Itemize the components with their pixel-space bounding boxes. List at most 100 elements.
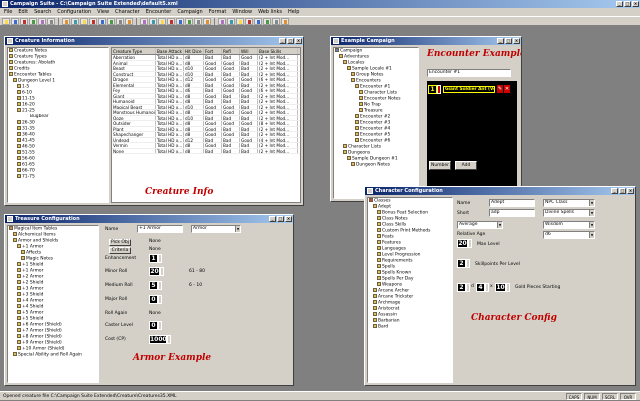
column-header[interactable]: Hit Dice (184, 48, 204, 54)
creature-type-grid[interactable]: Creature Type Base Attack Hit Dice Fort Refl… (111, 47, 301, 203)
menu-item[interactable]: Web links (258, 8, 282, 16)
criteria-button[interactable]: Criteria (109, 247, 131, 254)
treasure-tree[interactable]: Magical Item Tables Alchemical Items Armor… (7, 225, 99, 383)
close-button[interactable]: × (295, 38, 302, 44)
skillpoints-box[interactable]: 2 (457, 259, 466, 268)
toolbar-tool-icon[interactable] (272, 18, 280, 25)
menu-item[interactable]: Help (288, 8, 299, 16)
encounter-creature-list[interactable]: 1 Giant Soldier Ant (Vermin) ✎ ✕ (427, 81, 517, 189)
toolbar-tool-icon[interactable] (185, 18, 193, 25)
min-button[interactable]: _ (269, 216, 276, 222)
gold-count-box[interactable]: 2 (457, 283, 466, 292)
npc-class-select[interactable]: NPC Class ▼ (543, 199, 595, 207)
class-short-field[interactable]: adp (489, 209, 535, 217)
spells-select[interactable]: Divine Spells ▼ (543, 209, 595, 217)
skillpoints-spinner[interactable] (466, 259, 470, 268)
menu-item[interactable]: Campaign (177, 8, 202, 16)
caster-level-spinner[interactable] (158, 321, 162, 330)
close-button[interactable]: × (513, 38, 520, 44)
toolbar-tool-icon[interactable] (149, 18, 157, 25)
gold-multiplier-box[interactable]: 10 (495, 283, 506, 292)
toolbar-tool-icon[interactable] (11, 18, 19, 25)
add-button[interactable]: Add (455, 161, 477, 170)
treasure-type-select[interactable]: Armor ▼ (191, 225, 241, 233)
maximize-button[interactable]: □ (624, 1, 631, 7)
delete-icon[interactable]: ✕ (504, 85, 510, 93)
toolbar-tool-icon[interactable] (140, 18, 148, 25)
count-spinner[interactable] (437, 85, 441, 94)
number-button[interactable]: Number (429, 161, 451, 170)
close-button[interactable]: × (285, 216, 292, 222)
stat-select[interactable]: Wisdom ▼ (543, 221, 595, 229)
min-button[interactable]: _ (497, 38, 504, 44)
max-button[interactable]: □ (277, 216, 284, 222)
toolbar-tool-icon[interactable] (116, 18, 124, 25)
toolbar-tool-icon[interactable] (125, 18, 133, 25)
tree-item[interactable]: 71-75 (8, 174, 108, 180)
caster-level-box[interactable]: 0 (149, 321, 158, 330)
gold-multiplier-spinner[interactable] (506, 283, 510, 292)
toolbar-tool-icon[interactable] (203, 18, 211, 25)
menu-item[interactable]: Format (209, 8, 227, 16)
max-button[interactable]: □ (505, 38, 512, 44)
toolbar-tool-icon[interactable] (227, 18, 235, 25)
encounter-name-field[interactable]: Encounter #1 (427, 69, 511, 77)
campaign-tree[interactable]: Campaign Adventures Locales Sample Locale #… (333, 47, 419, 199)
major-roll-spinner[interactable] (158, 295, 162, 304)
toolbar-tool-icon[interactable] (29, 18, 37, 25)
column-header[interactable]: Base Skills (258, 48, 298, 54)
minor-roll-box[interactable]: 20 (149, 267, 160, 276)
gold-count-spinner[interactable] (466, 283, 470, 292)
max-level-box[interactable]: 20 (457, 239, 468, 248)
column-header[interactable]: Creature Type (112, 48, 156, 54)
toolbar-tool-icon[interactable] (167, 18, 175, 25)
count-box[interactable]: 1 (428, 85, 437, 94)
menu-item[interactable]: Character (115, 8, 140, 16)
minor-roll-spinner[interactable] (160, 267, 164, 276)
toolbar-tool-icon[interactable] (80, 18, 88, 25)
toolbar-tool-icon[interactable] (71, 18, 79, 25)
column-header[interactable]: Refl (222, 48, 240, 54)
min-button[interactable]: _ (279, 38, 286, 44)
column-header[interactable]: Fort (204, 48, 222, 54)
toolbar-tool-icon[interactable] (98, 18, 106, 25)
menu-item[interactable]: View (97, 8, 109, 16)
toolbar-tool-icon[interactable] (20, 18, 28, 25)
enhancement-box[interactable]: 1 (149, 254, 158, 263)
toolbar-tool-icon[interactable] (38, 18, 46, 25)
toolbar-tool-icon[interactable] (218, 18, 226, 25)
toolbar-tool-icon[interactable] (158, 18, 166, 25)
hit-die-select[interactable]: d6 ▼ (543, 231, 595, 239)
max-button[interactable]: □ (287, 38, 294, 44)
cost-box[interactable]: 1000 (149, 335, 167, 344)
toolbar-tool-icon[interactable] (281, 18, 289, 25)
enhancement-spinner[interactable] (158, 254, 162, 263)
toolbar-tool-icon[interactable] (254, 18, 262, 25)
menu-item[interactable]: Edit (18, 8, 28, 16)
max-button[interactable]: □ (619, 188, 626, 194)
column-header[interactable]: Will (240, 48, 258, 54)
medium-roll-spinner[interactable] (158, 281, 162, 290)
tree-item[interactable]: Bard (368, 324, 452, 330)
toolbar-tool-icon[interactable] (176, 18, 184, 25)
minimize-button[interactable]: _ (616, 1, 623, 7)
toolbar-tool-icon[interactable] (107, 18, 115, 25)
toolbar-tool-icon[interactable] (62, 18, 70, 25)
creature-tree[interactable]: Creature Notes Creature Types Creatures: A… (7, 47, 109, 203)
toolbar-tool-icon[interactable] (47, 18, 55, 25)
character-config-tree[interactable]: Classes Adept Bonus Feat Selection Class No… (367, 197, 453, 383)
medium-roll-box[interactable]: 5 (149, 281, 158, 290)
close-button[interactable]: × (627, 188, 634, 194)
class-name-field[interactable]: Adept (489, 199, 535, 207)
tree-item[interactable]: Special Ability and Roll Again (8, 352, 98, 358)
menu-item[interactable]: Search (34, 8, 51, 16)
toolbar-tool-icon[interactable] (263, 18, 271, 25)
edit-icon[interactable]: ✎ (497, 85, 503, 93)
gold-die-box[interactable]: 4 (476, 283, 485, 292)
column-header[interactable]: Base Attack (156, 48, 184, 54)
pick-obj-button[interactable]: Pick Obj (109, 239, 131, 246)
min-button[interactable]: _ (611, 188, 618, 194)
table-row[interactable]: None Total HD x... d8 Bad Bad Bad (2 + Int Mod… (112, 148, 300, 154)
toolbar-tool-icon[interactable] (194, 18, 202, 25)
menu-item[interactable]: File (4, 8, 12, 16)
